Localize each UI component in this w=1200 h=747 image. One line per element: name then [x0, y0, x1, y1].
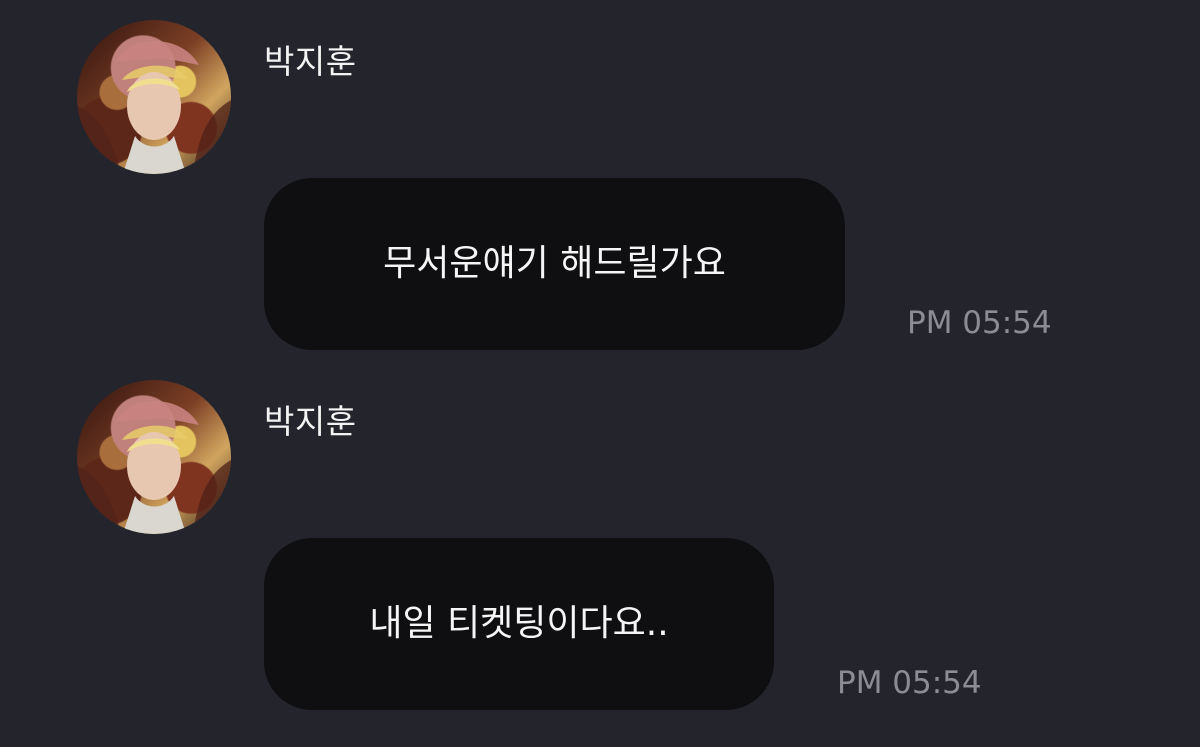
message-bubble[interactable]: 내일 티켓팅이다요.. — [264, 538, 774, 710]
chat-conversation: 박지훈 무서운얘기 해드릴가요 PM 05:54 박지훈 내일 티켓팅이다요..… — [0, 0, 1200, 747]
profile-photo-avatar — [77, 400, 231, 534]
message-text: 무서운얘기 해드릴가요 — [383, 243, 726, 284]
message-bubble[interactable]: 무서운얘기 해드릴가요 — [264, 178, 845, 350]
profile-avatar[interactable] — [77, 20, 231, 174]
message-group-1: 박지훈 무서운얘기 해드릴가요 PM 05:54 — [0, 0, 1200, 360]
profile-photo-avatar — [77, 40, 231, 174]
message-text: 내일 티켓팅이다요.. — [369, 603, 669, 644]
profile-avatar[interactable] — [77, 380, 231, 534]
message-timestamp: PM 05:54 — [837, 665, 982, 701]
message-group-2: 박지훈 내일 티켓팅이다요.. PM 05:54 — [0, 360, 1200, 720]
message-timestamp: PM 05:54 — [907, 305, 1052, 341]
sender-name: 박지훈 — [264, 402, 357, 441]
sender-name: 박지훈 — [264, 42, 357, 81]
